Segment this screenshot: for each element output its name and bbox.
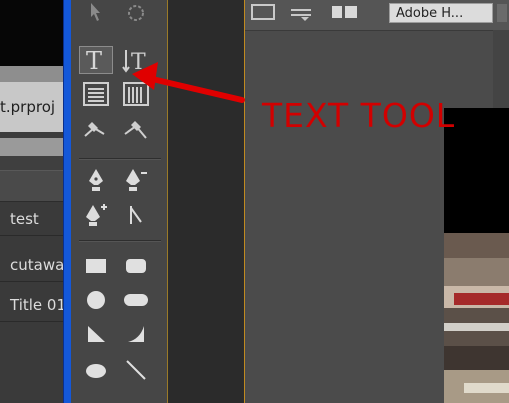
type-tool-icon[interactable]: T [79, 46, 113, 74]
path-type-tool-icon[interactable] [79, 116, 113, 144]
add-anchor-point-icon[interactable] [79, 200, 113, 228]
project-filename: t.prproj [0, 82, 66, 132]
video-preview [444, 108, 509, 403]
rotation-icon[interactable] [119, 0, 153, 28]
svg-text:T: T [86, 47, 102, 73]
project-thumbnail [0, 0, 66, 66]
rounded-rectangle-tool-icon[interactable] [119, 252, 153, 280]
tool-separator [79, 158, 161, 160]
arc-tool-icon[interactable] [119, 320, 153, 348]
templates-icon[interactable] [331, 4, 359, 20]
tool-separator [79, 240, 161, 242]
project-panel: t.prproj test cutaway Title 01 [0, 0, 66, 403]
ellipse-tool-icon[interactable] [79, 286, 113, 314]
list-item[interactable]: cutaway [0, 248, 66, 282]
delete-anchor-point-icon[interactable] [119, 166, 153, 194]
oval-tool-icon[interactable] [79, 356, 113, 384]
project-tab-bar[interactable] [0, 66, 66, 83]
rectangle-tool-icon[interactable] [79, 252, 113, 280]
wedge-tool-icon[interactable] [79, 320, 113, 348]
annotation-arrow [118, 52, 268, 116]
new-title-icon[interactable] [251, 4, 275, 20]
search-field[interactable] [0, 138, 66, 156]
convert-anchor-point-icon[interactable] [119, 200, 153, 228]
font-dropdown-arrow[interactable] [497, 4, 507, 22]
list-item[interactable]: test [0, 202, 66, 236]
line-tool-icon[interactable] [119, 356, 153, 384]
scrollbar[interactable] [493, 30, 509, 108]
font-family-select[interactable]: Adobe H... [389, 3, 493, 23]
vertical-path-type-tool-icon[interactable] [119, 116, 153, 144]
list-item[interactable]: Title 01 [0, 288, 66, 322]
pen-tool-icon[interactable] [79, 166, 113, 194]
title-toolbar: Adobe H... [245, 0, 509, 31]
rounded-corner-rectangle-icon[interactable] [119, 286, 153, 314]
area-type-tool-icon[interactable] [79, 80, 113, 108]
project-list-header[interactable] [0, 170, 66, 202]
annotation-label: TEXT TOOL [262, 96, 456, 135]
tab-stops-icon[interactable] [289, 6, 315, 22]
title-designer-area: Adobe H... [244, 0, 509, 403]
selection-icon[interactable] [79, 0, 113, 28]
